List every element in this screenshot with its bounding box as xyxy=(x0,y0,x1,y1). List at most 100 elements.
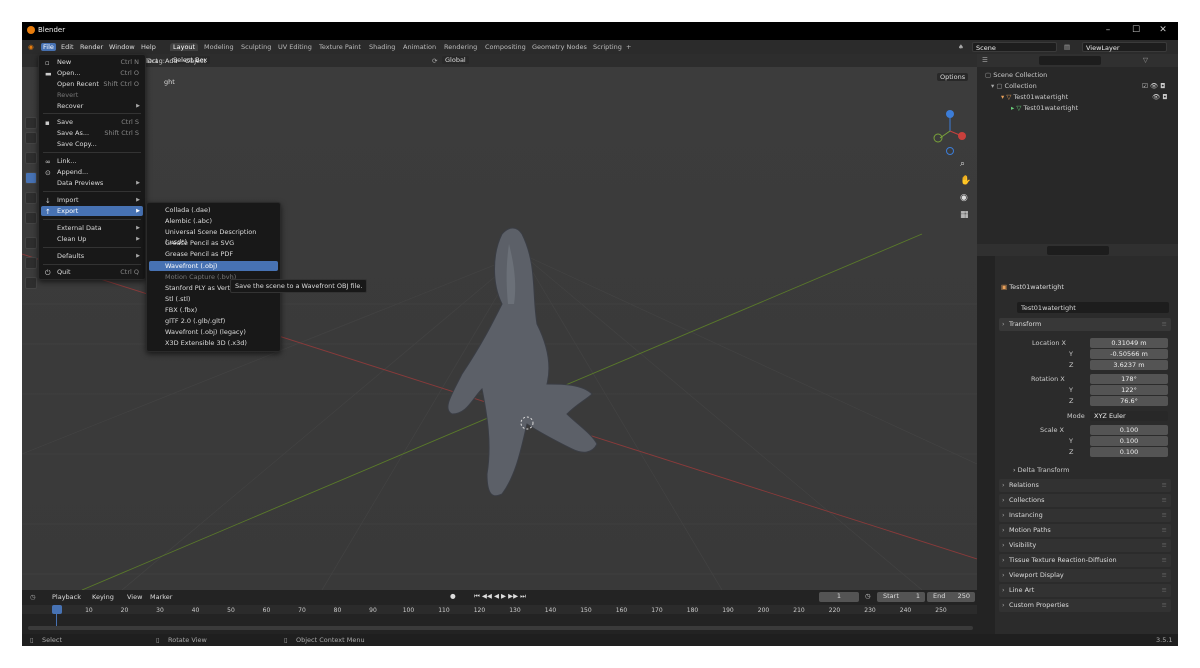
delta-transform-subpanel[interactable]: › Delta Transform xyxy=(1013,466,1069,474)
panel-line-art[interactable]: Line Art≡ xyxy=(999,584,1171,597)
file-menu-save-as[interactable]: Save As... Shift Ctrl S xyxy=(41,128,143,138)
export-wavefront-obj[interactable]: Wavefront (.obj) xyxy=(149,261,278,271)
playhead[interactable] xyxy=(52,605,62,614)
menu-window[interactable]: Window xyxy=(107,43,137,51)
file-menu-clean-up[interactable]: Clean Up ▶ xyxy=(41,234,143,244)
tab-geometry-nodes[interactable]: Geometry Nodes xyxy=(532,43,587,51)
rotation-mode-dropdown[interactable]: XYZ Euler xyxy=(1090,411,1168,421)
tool-add-icon[interactable] xyxy=(25,277,37,289)
outliner-search-input[interactable] xyxy=(1039,56,1101,65)
rotation-x-field[interactable]: 178° xyxy=(1090,374,1168,384)
menu-add[interactable]: Add xyxy=(165,57,178,65)
menu-object[interactable]: Object xyxy=(185,57,206,65)
panel-visibility[interactable]: Visibility≡ xyxy=(999,539,1171,552)
panel-custom-properties[interactable]: Custom Properties≡ xyxy=(999,599,1171,612)
rotation-z-field[interactable]: 76.6° xyxy=(1090,396,1168,406)
export-obj-legacy[interactable]: Wavefront (.obj) (legacy) xyxy=(149,327,278,337)
tab-texture-paint[interactable]: Texture Paint xyxy=(319,43,361,51)
panel-viewport-display[interactable]: Viewport Display≡ xyxy=(999,569,1171,582)
menu-edit[interactable]: Edit xyxy=(59,43,76,51)
tab-scripting[interactable]: Scripting xyxy=(593,43,622,51)
location-x-field[interactable]: 0.31049 m xyxy=(1090,338,1168,348)
zoom-icon[interactable]: ⌕ xyxy=(960,159,965,169)
tab-modeling[interactable]: Modeling xyxy=(204,43,234,51)
panel-tissue[interactable]: Tissue Texture Reaction-Diffusion≡ xyxy=(999,554,1171,567)
file-menu-defaults[interactable]: Defaults ▶ xyxy=(41,251,143,261)
object-name-field[interactable]: Test01watertight xyxy=(1017,302,1169,313)
menu-help[interactable]: Help xyxy=(139,43,158,51)
tool-rotate-icon[interactable] xyxy=(25,172,37,184)
file-menu-export[interactable]: ↑ Export ▶ xyxy=(41,206,143,216)
export-stl[interactable]: Stl (.stl) xyxy=(149,294,278,304)
visibility-icon[interactable]: 👁 ◘ xyxy=(1152,93,1167,101)
visibility-icon[interactable]: ☑ 👁 ◘ xyxy=(1142,82,1165,90)
tool-annotate-icon[interactable] xyxy=(25,237,37,249)
timeline-scrollbar[interactable] xyxy=(28,626,973,630)
export-alembic[interactable]: Alembic (.abc) xyxy=(149,216,278,226)
tab-compositing[interactable]: Compositing xyxy=(485,43,526,51)
tab-layout[interactable]: Layout xyxy=(170,43,199,51)
orientation-icon[interactable]: ⟳ xyxy=(432,57,437,65)
file-menu-open-recent[interactable]: Open Recent Shift Ctrl O xyxy=(41,79,143,89)
outliner-scene-collection[interactable]: ▢ Scene Collection xyxy=(985,71,1047,79)
file-menu-recover[interactable]: Recover ▶ xyxy=(41,101,143,111)
tool-scale-icon[interactable] xyxy=(25,192,37,204)
tab-sculpting[interactable]: Sculpting xyxy=(241,43,271,51)
outliner-collection[interactable]: ▾ ▢ Collection xyxy=(991,82,1037,90)
file-menu-import[interactable]: ↓ Import ▶ xyxy=(41,195,143,205)
camera-icon[interactable]: ◉ xyxy=(960,193,968,203)
panel-collections[interactable]: Collections≡ xyxy=(999,494,1171,507)
file-menu-data-previews[interactable]: Data Previews ▶ xyxy=(41,178,143,188)
grid-view-icon[interactable]: ▦ xyxy=(960,210,969,220)
menu-render[interactable]: Render xyxy=(78,43,105,51)
scene-icon[interactable]: ♠ xyxy=(956,43,966,51)
minimize-icon[interactable]: – xyxy=(1100,25,1116,35)
transform-panel-header[interactable]: Transform≡ xyxy=(999,318,1171,331)
export-gp-pdf[interactable]: Grease Pencil as PDF xyxy=(149,249,278,259)
scale-x-field[interactable]: 0.100 xyxy=(1090,425,1168,435)
panel-instancing[interactable]: Instancing≡ xyxy=(999,509,1171,522)
orientation-dropdown[interactable]: Global xyxy=(442,56,469,64)
outliner-object[interactable]: ▾ ▽ Test01watertight xyxy=(1001,93,1068,101)
tool-measure-icon[interactable] xyxy=(25,257,37,269)
export-fbx[interactable]: FBX (.fbx) xyxy=(149,305,278,315)
add-workspace-icon[interactable]: + xyxy=(626,43,631,51)
blender-menu-icon[interactable]: ◉ xyxy=(26,43,36,51)
file-menu-append[interactable]: ⊙ Append... xyxy=(41,167,143,177)
export-gltf[interactable]: glTF 2.0 (.glb/.gltf) xyxy=(149,316,278,326)
viewlayer-icon[interactable]: ▤ xyxy=(1062,43,1072,51)
tool-select-icon[interactable] xyxy=(25,117,37,129)
tab-uv-editing[interactable]: UV Editing xyxy=(278,43,312,51)
file-menu-quit[interactable]: ⏻ Quit Ctrl Q xyxy=(41,267,143,277)
tool-transform-icon[interactable] xyxy=(25,212,37,224)
file-menu-open[interactable]: ▬ Open... Ctrl O xyxy=(41,68,143,78)
file-menu-external-data[interactable]: External Data ▶ xyxy=(41,223,143,233)
file-menu-save-copy[interactable]: Save Copy... xyxy=(41,139,143,149)
file-menu-new[interactable]: ▫ New Ctrl N xyxy=(41,57,143,67)
export-collada[interactable]: Collada (.dae) xyxy=(149,205,278,215)
filter-icon[interactable]: ▽ xyxy=(1143,56,1148,64)
scale-z-field[interactable]: 0.100 xyxy=(1090,447,1168,457)
export-usd[interactable]: Universal Scene Description (.usd*) xyxy=(149,227,278,246)
properties-search-input[interactable] xyxy=(1047,246,1109,255)
export-x3d[interactable]: X3D Extensible 3D (.x3d) xyxy=(149,338,278,348)
maximize-icon[interactable]: ☐ xyxy=(1128,25,1144,35)
tab-shading[interactable]: Shading xyxy=(369,43,395,51)
tool-move-icon[interactable] xyxy=(25,152,37,164)
export-gp-svg[interactable]: Grease Pencil as SVG xyxy=(149,238,278,248)
viewlayer-selector[interactable]: ViewLayer xyxy=(1082,42,1167,52)
editor-type-icon[interactable]: ☰ xyxy=(982,56,988,64)
options-dropdown[interactable]: Options xyxy=(937,73,969,81)
menu-file[interactable]: File xyxy=(41,43,56,51)
scale-y-field[interactable]: 0.100 xyxy=(1090,436,1168,446)
panel-motion-paths[interactable]: Motion Paths≡ xyxy=(999,524,1171,537)
file-menu-link[interactable]: ∞ Link... xyxy=(41,156,143,166)
tool-cursor-icon[interactable] xyxy=(25,132,37,144)
panel-relations[interactable]: Relations≡ xyxy=(999,479,1171,492)
tab-animation[interactable]: Animation xyxy=(403,43,436,51)
file-menu-save[interactable]: ▪ Save Ctrl S xyxy=(41,117,143,127)
outliner-mesh[interactable]: ▸ ▽ Test01watertight xyxy=(1011,104,1078,112)
tab-rendering[interactable]: Rendering xyxy=(444,43,477,51)
navigation-gizmo[interactable] xyxy=(930,106,970,156)
rotation-y-field[interactable]: 122° xyxy=(1090,385,1168,395)
